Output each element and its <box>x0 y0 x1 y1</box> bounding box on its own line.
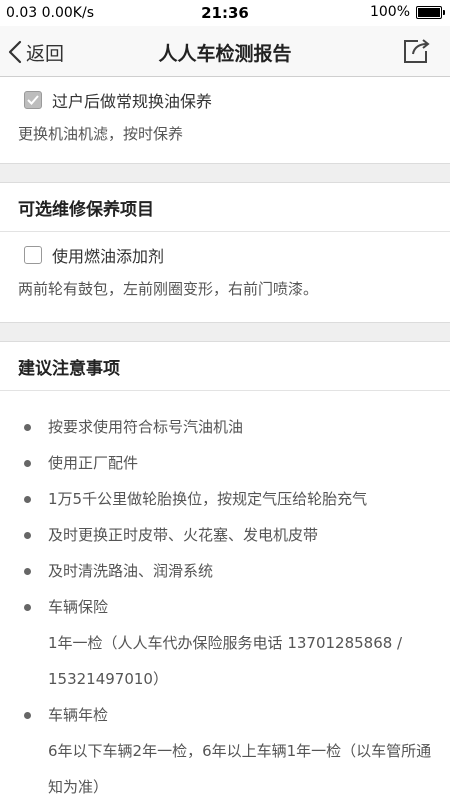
optional-item-fuel-additive[interactable]: 使用燃油添加剂 <box>0 232 450 278</box>
list-item: 使用正厂配件 <box>0 445 450 481</box>
battery-icon <box>416 5 445 19</box>
battery-percent: 100% <box>369 4 410 20</box>
maintenance-item-label: 过户后做常规换油保养 <box>52 92 213 111</box>
bullet-icon <box>24 460 31 467</box>
section-divider <box>0 322 450 342</box>
list-item-detail: 1年一检（人人车代办保险服务电话 13701285868 / 153214970… <box>48 634 403 688</box>
list-item-detail: 6年以下车辆2年一检，6年以上车辆1年一检（以车管所通知为准） <box>48 742 432 796</box>
maintenance-item-description: 更换机油机滤，按时保养 <box>18 125 184 143</box>
nav-bar: 返回 人人车检测报告 <box>0 26 450 77</box>
section-title-optional: 可选维修保养项目 <box>0 183 450 232</box>
bullet-icon <box>24 604 31 611</box>
advice-list: 按要求使用符合标号汽油机油 使用正厂配件 1万5千公里做轮胎换位，按规定气压给轮… <box>0 391 450 805</box>
list-item: 车辆保险 <box>0 589 450 625</box>
section-title-advice: 建议注意事项 <box>0 342 450 391</box>
bullet-icon <box>24 496 31 503</box>
list-item: 按要求使用符合标号汽油机油 <box>0 409 450 445</box>
share-button[interactable] <box>402 37 434 67</box>
maintenance-item-oil-change[interactable]: 过户后做常规换油保养 <box>0 77 450 123</box>
checkbox-checked-icon[interactable] <box>24 91 42 109</box>
status-right: 100% <box>369 4 445 20</box>
list-item: 车辆年检 <box>0 697 450 733</box>
status-bar: 0.03 0.00K/s 21:36 100% <box>0 0 450 26</box>
bullet-icon <box>24 532 31 539</box>
list-item: 及时更换正时皮带、火花塞、发电机皮带 <box>0 517 450 553</box>
bullet-icon <box>24 712 31 719</box>
list-item: 及时清洗路油、润滑系统 <box>0 553 450 589</box>
section-divider <box>0 163 450 183</box>
optional-item-label: 使用燃油添加剂 <box>52 247 165 266</box>
bullet-icon <box>24 568 31 575</box>
share-icon <box>404 39 430 63</box>
optional-item-description: 两前轮有鼓包，左前刚圈变形，右前门喷漆。 <box>18 280 319 298</box>
checkbox-unchecked-icon[interactable] <box>24 246 42 264</box>
page-title: 人人车检测报告 <box>158 43 292 65</box>
bullet-icon <box>24 424 31 431</box>
report-content: 过户后做常规换油保养 更换机油机滤，按时保养 可选维修保养项目 使用燃油添加剂 … <box>0 77 450 805</box>
list-item: 1万5千公里做轮胎换位，按规定气压给轮胎充气 <box>0 481 450 517</box>
